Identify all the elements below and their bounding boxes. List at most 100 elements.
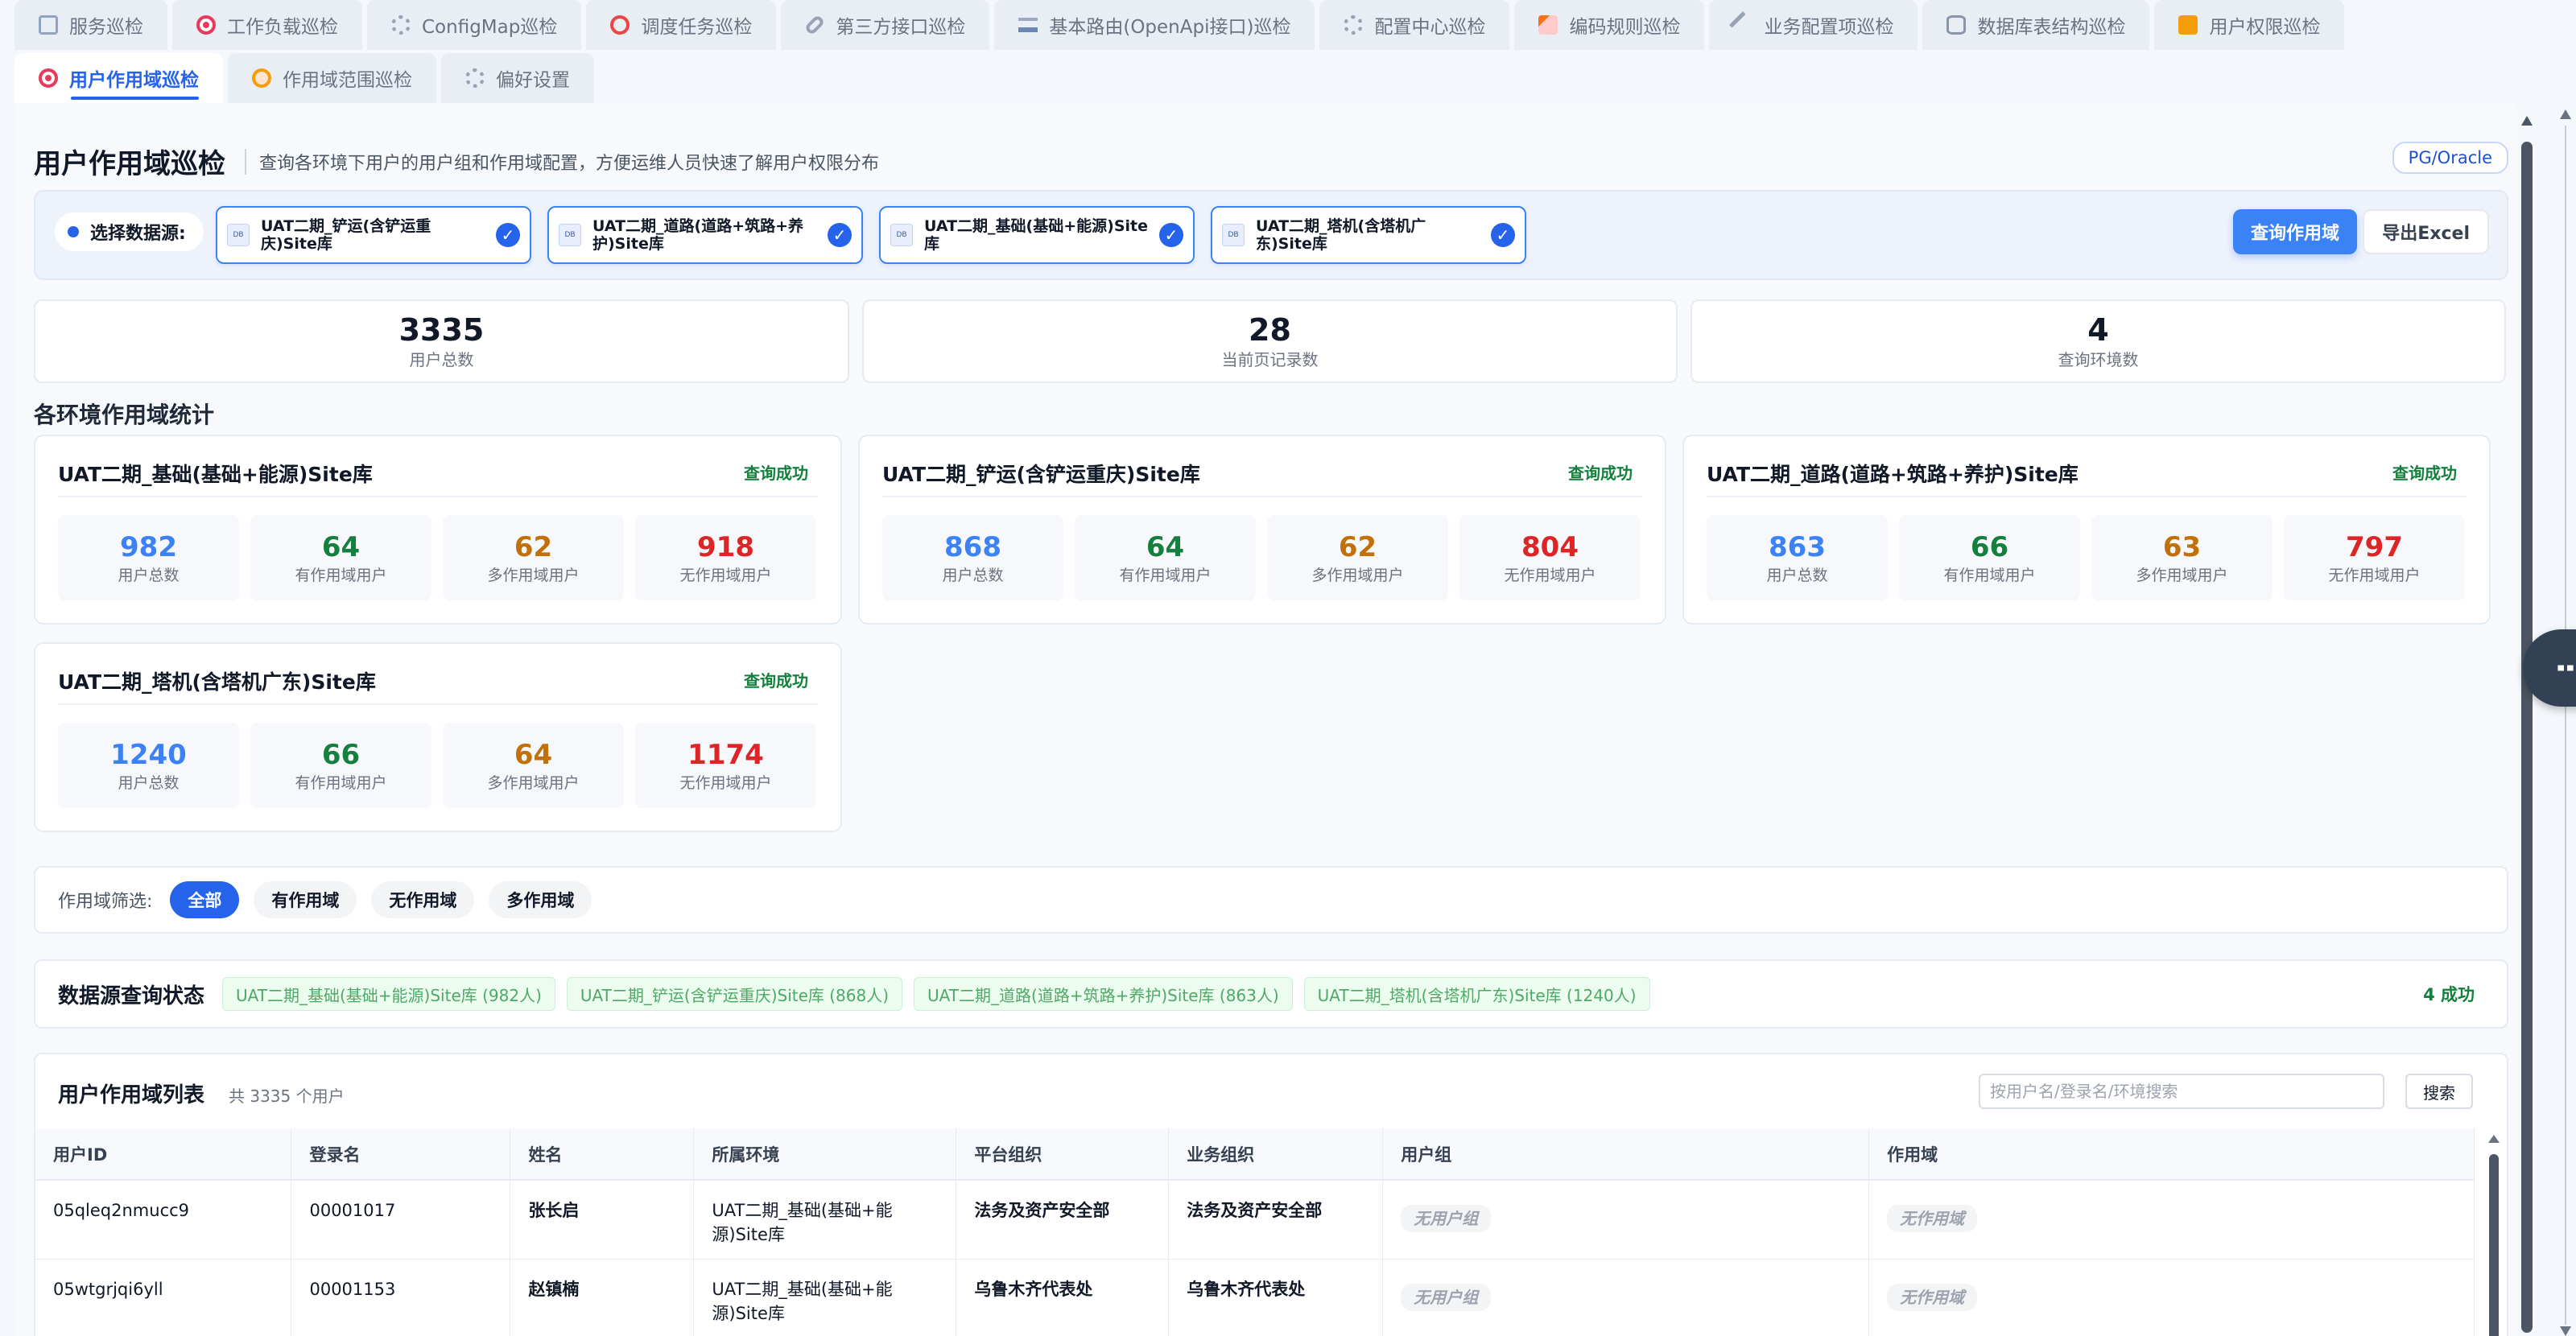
filter-option[interactable]: 全部 bbox=[170, 881, 240, 918]
table-row[interactable]: 05qleq2nmucc9 00001017 张长启 UAT二期_基础(基础+能源)S… bbox=[35, 1180, 2475, 1260]
search-button[interactable]: 搜索 bbox=[2405, 1074, 2473, 1109]
tab-row-1: 服务巡检 工作负载巡检 ConfigMap巡检 调度任务巡检 第三方接口巡检 基本路由(O… bbox=[14, 0, 2528, 52]
env-name: UAT二期_塔机(含塔机广东)Site库 bbox=[58, 670, 376, 694]
column-header[interactable]: 登录名 bbox=[291, 1128, 511, 1181]
cell-id: 05wtgrjqi6yll bbox=[35, 1259, 292, 1336]
tab-row1-0[interactable]: 服务巡检 bbox=[14, 0, 167, 50]
datasource-chip[interactable]: DB UAT二期_基础(基础+能源)Site库 ✓ bbox=[879, 206, 1195, 264]
scroll-down-arrow-icon[interactable] bbox=[2560, 1326, 2571, 1336]
tab-label: 工作负载巡检 bbox=[227, 17, 338, 38]
column-header[interactable]: 用户ID bbox=[35, 1128, 292, 1181]
column-header[interactable]: 作用域 bbox=[1868, 1128, 2475, 1181]
table-body: 05qleq2nmucc9 00001017 张长启 UAT二期_基础(基础+能源)S… bbox=[35, 1180, 2475, 1336]
lock-icon bbox=[2178, 15, 2198, 35]
stat-label: 多作用域用户 bbox=[1311, 566, 1404, 584]
tab-row2-1[interactable]: 作用域范围巡检 bbox=[228, 53, 436, 103]
table-row[interactable]: 05wtgrjqi6yll 00001153 赵镇楠 UAT二期_基础(基础+能源)S… bbox=[35, 1259, 2475, 1336]
datasource-chip[interactable]: DB UAT二期_道路(道路+筑路+养护)Site库 ✓ bbox=[547, 206, 863, 264]
cell-env: UAT二期_基础(基础+能源)Site库 bbox=[693, 1180, 957, 1260]
column-header[interactable]: 所属环境 bbox=[693, 1128, 957, 1181]
tab-row1-1[interactable]: 工作负载巡检 bbox=[172, 0, 362, 50]
datasource-status-tag: UAT二期_铲运(含铲运重庆)Site库 (868人) bbox=[566, 977, 903, 1011]
cell-text: UAT二期_基础(基础+能源)Site库 bbox=[712, 1279, 893, 1323]
table-scrollbar[interactable] bbox=[2487, 1135, 2500, 1336]
check-icon[interactable]: ✓ bbox=[1159, 223, 1183, 247]
stat-box: 66 有作用域用户 bbox=[250, 723, 431, 808]
stat-value: 982 bbox=[120, 530, 177, 563]
filter-option[interactable]: 有作用域 bbox=[254, 881, 357, 918]
stat-label: 无作用域用户 bbox=[679, 773, 772, 792]
memo-icon bbox=[1538, 15, 1558, 35]
check-icon[interactable]: ✓ bbox=[828, 223, 852, 247]
env-name: UAT二期_道路(道路+筑路+养护)Site库 bbox=[1707, 463, 2079, 486]
scope-filter-bar: 作用域筛选: 全部 有作用域 无作用域 多作用域 bbox=[34, 866, 2508, 934]
column-header[interactable]: 平台组织 bbox=[956, 1128, 1170, 1181]
cell-biz-org: 乌鲁木齐代表处 bbox=[1168, 1259, 1384, 1336]
query-scope-button[interactable]: 查询作用域 bbox=[2232, 209, 2357, 254]
page-scrollbar[interactable] bbox=[2518, 113, 2536, 1336]
tab-row1-4[interactable]: 第三方接口巡检 bbox=[781, 0, 990, 50]
tab-label: 作用域范围巡检 bbox=[283, 70, 412, 91]
tab-row2-0[interactable]: 用户作用域巡检 bbox=[14, 53, 223, 103]
empty-scope-tag: 无作用域 bbox=[1887, 1283, 1978, 1311]
column-header[interactable]: 姓名 bbox=[510, 1128, 695, 1181]
stat-label: 多作用域用户 bbox=[487, 566, 580, 584]
stat-label: 有作用域用户 bbox=[1943, 566, 2036, 584]
datasource-bar: 选择数据源: DB UAT二期_铲运(含铲运重庆)Site库 ✓ DB UAT二期_道路… bbox=[34, 190, 2508, 280]
check-icon[interactable]: ✓ bbox=[496, 223, 520, 247]
cell-group: 无用户组 bbox=[1382, 1259, 1870, 1336]
divider bbox=[1707, 496, 2467, 497]
stat-box: 62 多作用域用户 bbox=[443, 515, 624, 600]
filter-options: 全部 有作用域 无作用域 多作用域 bbox=[170, 881, 592, 918]
tab-row1-7[interactable]: 编码规则巡检 bbox=[1514, 0, 1705, 50]
datasource-status-tag: UAT二期_基础(基础+能源)Site库 (982人) bbox=[222, 977, 555, 1011]
main-panel: 用户作用域巡检 查询各环境下用户的用户组和作用域配置，方便运维人员快速了解用户权… bbox=[14, 103, 2518, 1336]
env-stat-card: UAT二期_道路(道路+筑路+养护)Site库 查询成功 863 用户总数 66 有作用域… bbox=[1682, 435, 2491, 625]
export-excel-button[interactable]: 导出Excel bbox=[2363, 209, 2489, 254]
filter-option[interactable]: 多作用域 bbox=[489, 881, 592, 918]
tab-row1-5[interactable]: 基本路由(OpenApi接口)巡检 bbox=[994, 0, 1315, 50]
cell-id: 05qleq2nmucc9 bbox=[35, 1180, 292, 1260]
cell-text: UAT二期_基础(基础+能源)Site库 bbox=[712, 1201, 893, 1244]
datasource-chip[interactable]: DB UAT二期_铲运(含铲运重庆)Site库 ✓ bbox=[216, 206, 531, 264]
scroll-track[interactable] bbox=[2565, 126, 2566, 1325]
cell-biz-org: 法务及资产安全部 bbox=[1168, 1180, 1384, 1260]
road-icon bbox=[1018, 18, 1038, 32]
stat-value: 918 bbox=[697, 530, 754, 563]
tab-row1-9[interactable]: 数据库表结构巡检 bbox=[1922, 0, 2150, 50]
datasource-chip[interactable]: DB UAT二期_塔机(含塔机广东)Site库 ✓ bbox=[1211, 206, 1526, 264]
scroll-up-arrow-icon[interactable] bbox=[2488, 1135, 2500, 1143]
env-name: UAT二期_基础(基础+能源)Site库 bbox=[58, 463, 373, 486]
window-scrollbar[interactable] bbox=[2557, 105, 2574, 1336]
filter-option[interactable]: 无作用域 bbox=[371, 881, 475, 918]
tab-row1-10[interactable]: 用户权限巡检 bbox=[2154, 0, 2345, 50]
page-scroll-thumb[interactable] bbox=[2521, 142, 2533, 1333]
tab-row1-2[interactable]: ConfigMap巡检 bbox=[367, 0, 582, 50]
database-icon: DB bbox=[890, 224, 913, 246]
stat-value: 63 bbox=[2162, 530, 2202, 563]
stat-label: 有作用域用户 bbox=[1119, 566, 1212, 584]
check-icon[interactable]: ✓ bbox=[1491, 223, 1515, 247]
tab-row1-6[interactable]: 配置中心巡检 bbox=[1319, 0, 1510, 50]
datasource-label-text: 选择数据源: bbox=[90, 224, 186, 244]
stat-label: 多作用域用户 bbox=[487, 773, 580, 792]
stat-label: 有作用域用户 bbox=[295, 773, 387, 792]
user-search-input[interactable] bbox=[1979, 1074, 2384, 1109]
stat-value: 863 bbox=[1769, 530, 1826, 563]
database-icon: DB bbox=[559, 224, 581, 246]
filter-label: 作用域筛选: bbox=[58, 892, 153, 912]
tab-row2-2[interactable]: 偏好设置 bbox=[441, 53, 594, 103]
scroll-up-arrow-icon[interactable] bbox=[2521, 116, 2533, 126]
tab-row1-3[interactable]: 调度任务巡检 bbox=[586, 0, 777, 50]
table-scroll-thumb[interactable] bbox=[2489, 1154, 2499, 1336]
summary-label: 用户总数 bbox=[409, 349, 474, 369]
cell-platform-org: 乌鲁木齐代表处 bbox=[956, 1259, 1170, 1336]
column-header[interactable]: 用户组 bbox=[1382, 1128, 1870, 1181]
column-header[interactable]: 业务组织 bbox=[1168, 1128, 1384, 1181]
datasource-status-tag: UAT二期_塔机(含塔机广东)Site库 (1240人) bbox=[1303, 977, 1650, 1011]
env-stat-card: UAT二期_铲运(含铲运重庆)Site库 查询成功 868 用户总数 64 有作用域用户 6… bbox=[858, 435, 1666, 625]
stat-value: 1240 bbox=[110, 738, 187, 771]
tab-label: 用户权限巡检 bbox=[2209, 17, 2321, 38]
scroll-up-arrow-icon[interactable] bbox=[2560, 109, 2571, 119]
tab-row1-8[interactable]: 业务配置项巡检 bbox=[1709, 0, 1918, 50]
